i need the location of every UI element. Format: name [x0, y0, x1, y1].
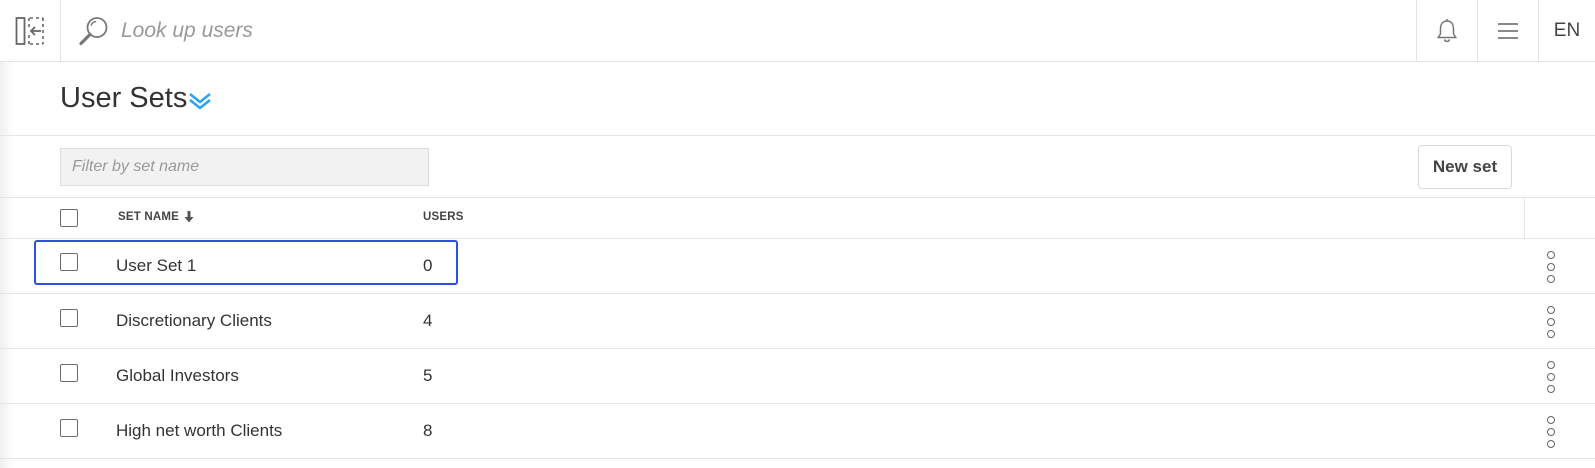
user-search: [61, 0, 1416, 61]
main-menu-button[interactable]: [1477, 0, 1538, 61]
vertical-dots-icon: [1547, 275, 1555, 283]
table-row[interactable]: User Set 1 0: [0, 239, 1595, 294]
top-bar: EN: [0, 0, 1595, 62]
vertical-dots-icon: [1547, 330, 1555, 338]
new-set-button[interactable]: New set: [1418, 145, 1512, 189]
bell-icon: [1437, 18, 1457, 42]
users-count-cell: 0: [423, 256, 433, 275]
row-actions-button[interactable]: [1538, 360, 1564, 394]
hamburger-menu-icon: [1498, 22, 1518, 39]
table-header: SET NAME USERS: [0, 198, 1595, 239]
table-row[interactable]: Global Investors 5: [0, 349, 1595, 404]
vertical-dots-icon: [1547, 263, 1555, 271]
set-name-cell[interactable]: Discretionary Clients: [116, 311, 272, 331]
select-all-checkbox[interactable]: [60, 209, 78, 227]
users-count-cell: 5: [423, 366, 433, 385]
notifications-button[interactable]: [1416, 0, 1477, 61]
row-checkbox[interactable]: [60, 253, 78, 271]
vertical-dots-icon: [1547, 306, 1555, 314]
set-name-cell[interactable]: Global Investors: [116, 366, 239, 386]
vertical-dots-icon: [1547, 373, 1555, 381]
vertical-dots-icon: [1547, 361, 1555, 369]
row-checkbox[interactable]: [60, 309, 78, 327]
sidebar-collapse-icon: [15, 16, 44, 45]
vertical-dots-icon: [1547, 251, 1555, 259]
sidebar-collapse-button[interactable]: [0, 0, 61, 61]
vertical-dots-icon: [1547, 385, 1555, 393]
search-icon: [77, 14, 111, 48]
double-chevron-down-icon[interactable]: [187, 88, 213, 114]
table-row[interactable]: High net worth Clients 8: [0, 404, 1595, 459]
users-count-cell: 8: [423, 421, 433, 440]
set-name-cell[interactable]: User Set 1: [116, 256, 196, 276]
vertical-dots-icon: [1547, 428, 1555, 436]
table-row[interactable]: Discretionary Clients 4: [0, 294, 1595, 349]
column-header-users[interactable]: USERS: [423, 211, 464, 223]
sort-down-arrow-icon[interactable]: [184, 210, 194, 224]
vertical-dots-icon: [1547, 440, 1555, 448]
filter-by-set-name-input[interactable]: [60, 148, 429, 186]
row-checkbox[interactable]: [60, 419, 78, 437]
users-count-cell: 4: [423, 311, 433, 330]
row-actions-button[interactable]: [1538, 415, 1564, 449]
vertical-dots-icon: [1547, 318, 1555, 326]
vertical-dots-icon: [1547, 416, 1555, 424]
page-title: User Sets: [60, 82, 188, 114]
search-input[interactable]: [121, 18, 721, 43]
row-checkbox[interactable]: [60, 364, 78, 382]
page-header: User Sets: [0, 62, 1595, 136]
set-name-cell[interactable]: High net worth Clients: [116, 421, 282, 441]
column-divider: [1524, 198, 1525, 239]
column-header-set-name[interactable]: SET NAME: [118, 211, 179, 223]
row-actions-button[interactable]: [1538, 305, 1564, 339]
row-actions-button[interactable]: [1538, 250, 1564, 284]
filter-toolbar: New set: [0, 136, 1595, 198]
language-selector[interactable]: EN: [1538, 0, 1595, 61]
